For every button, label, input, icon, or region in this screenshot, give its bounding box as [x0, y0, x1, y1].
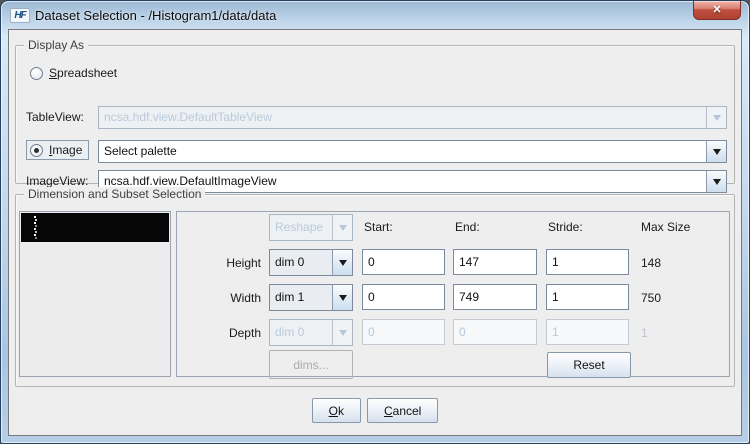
- spreadsheet-radio-label: Spreadsheet: [49, 66, 117, 80]
- height-dim-value: dim 0: [270, 250, 332, 275]
- depth-label: Depth: [197, 326, 261, 340]
- depth-stride-input: [546, 319, 629, 345]
- height-dim-combo[interactable]: dim 0: [269, 249, 353, 276]
- palette-combo[interactable]: Select palette: [98, 140, 727, 163]
- title-bar[interactable]: HF Dataset Selection - /Histogram1/data/…: [1, 1, 749, 29]
- display-as-group: Display As Spreadsheet TableView: ncsa.h…: [15, 45, 735, 184]
- height-max-size: 148: [641, 256, 661, 270]
- imageview-label: ImageView:: [26, 174, 88, 188]
- ok-button[interactable]: Ok: [312, 398, 361, 423]
- spreadsheet-radio[interactable]: Spreadsheet: [30, 66, 117, 80]
- window-title: Dataset Selection - /Histogram1/data/dat…: [35, 1, 276, 29]
- close-icon: ✕: [712, 4, 721, 16]
- width-dim-combo[interactable]: dim 1: [269, 284, 353, 311]
- tableview-combo: ncsa.hdf.view.DefaultTableView: [98, 106, 727, 129]
- height-label: Height: [197, 256, 261, 270]
- width-dim-value: dim 1: [270, 285, 332, 310]
- cancel-button[interactable]: Cancel: [367, 398, 438, 423]
- depth-dim-value: dim 0: [270, 320, 332, 345]
- chevron-down-icon: [332, 320, 352, 345]
- width-label: Width: [197, 291, 261, 305]
- depth-start-input: [362, 319, 445, 345]
- reshape-combo: Reshape: [269, 214, 353, 241]
- dataset-preview-image: [21, 213, 169, 242]
- start-header: Start:: [364, 220, 393, 234]
- image-radio[interactable]: Image: [26, 140, 89, 160]
- stride-header: Stride:: [548, 220, 583, 234]
- chevron-down-icon[interactable]: [706, 171, 726, 192]
- chevron-down-icon[interactable]: [332, 285, 352, 310]
- dialog-client-area: Display As Spreadsheet TableView: ncsa.h…: [8, 29, 742, 436]
- display-as-group-title: Display As: [24, 38, 88, 52]
- max-size-header: Max Size: [641, 220, 690, 234]
- dialog-window: HF Dataset Selection - /Histogram1/data/…: [0, 0, 750, 444]
- dims-button: dims...: [269, 350, 353, 379]
- width-max-size: 750: [641, 291, 661, 305]
- width-start-input[interactable]: [362, 284, 445, 310]
- width-end-input[interactable]: [453, 284, 537, 310]
- chevron-down-icon: [706, 107, 726, 128]
- subset-controls-panel: Reshape Start: End: Stride: Max Size Hei…: [176, 211, 730, 377]
- image-radio-label: Image: [49, 143, 82, 157]
- chevron-down-icon: [332, 215, 352, 240]
- depth-end-input: [453, 319, 537, 345]
- preview-speckles: [34, 216, 36, 218]
- height-stride-input[interactable]: [546, 249, 629, 275]
- hdf-logo-icon: HF: [10, 8, 30, 23]
- ok-button-label: Ok: [329, 404, 344, 418]
- dataset-preview-panel: [19, 211, 171, 377]
- reshape-combo-value: Reshape: [270, 215, 332, 240]
- chevron-down-icon[interactable]: [332, 250, 352, 275]
- close-button[interactable]: ✕: [693, 1, 741, 20]
- end-header: End:: [455, 220, 480, 234]
- width-stride-input[interactable]: [546, 284, 629, 310]
- cancel-button-label: Cancel: [384, 404, 421, 418]
- radio-selected-icon: [30, 144, 43, 157]
- depth-max-size: 1: [641, 326, 648, 340]
- radio-icon: [30, 67, 43, 80]
- footer-button-bar: Ok Cancel: [9, 398, 741, 424]
- chevron-down-icon[interactable]: [706, 141, 726, 162]
- palette-combo-value: Select palette: [99, 141, 706, 162]
- reset-button[interactable]: Reset: [547, 352, 631, 378]
- height-end-input[interactable]: [453, 249, 537, 275]
- depth-dim-combo: dim 0: [269, 319, 353, 346]
- height-start-input[interactable]: [362, 249, 445, 275]
- dimension-group-title: Dimension and Subset Selection: [24, 187, 205, 201]
- tableview-combo-value: ncsa.hdf.view.DefaultTableView: [99, 107, 706, 128]
- tableview-label: TableView:: [26, 110, 84, 124]
